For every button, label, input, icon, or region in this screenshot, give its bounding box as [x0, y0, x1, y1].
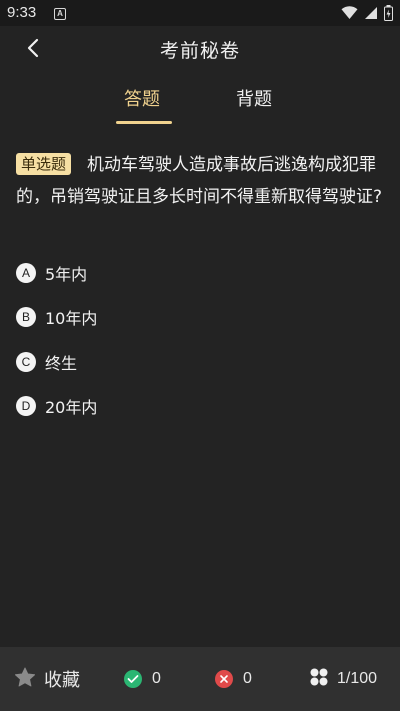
page-title: 考前秘卷 — [159, 40, 240, 62]
tab-answer[interactable]: 答题 — [124, 85, 160, 111]
option-c[interactable]: C 终生 — [16, 347, 384, 376]
option-b[interactable]: B 10年内 — [16, 303, 384, 332]
option-b-text: 10年内 — [45, 309, 98, 328]
bottom-bar: 收藏 0 0 1/100 — [0, 647, 400, 711]
wrong-counter: 0 — [215, 647, 252, 711]
option-c-letter: C — [16, 351, 36, 372]
wifi-icon — [341, 6, 358, 20]
top-bar: 考前秘卷 — [0, 26, 400, 72]
check-circle-icon — [124, 670, 142, 688]
option-d[interactable]: D 20年内 — [16, 392, 384, 421]
correct-counter: 0 — [124, 647, 161, 711]
signal-icon — [364, 6, 378, 20]
battery-icon — [384, 5, 393, 21]
favorite-label: 收藏 — [44, 670, 80, 691]
tab-bar: 答题 背题 — [0, 80, 400, 126]
star-icon — [14, 666, 36, 692]
option-d-letter: D — [16, 396, 36, 416]
x-circle-icon — [215, 670, 233, 688]
option-a-text: 5年内 — [45, 264, 88, 284]
question-progress-button[interactable]: 1/100 — [310, 647, 377, 711]
status-bar: 9:33 A — [0, 0, 400, 26]
option-list: A 5年内 B 10年内 C 终生 D 20年内 — [16, 258, 384, 436]
question-type-badge: 单选题 — [16, 153, 72, 175]
option-a[interactable]: A 5年内 — [16, 258, 384, 287]
status-time: 9:33 — [7, 4, 37, 21]
question-stem: 单选题 机动车驾驶人造成事故后逃逸构成犯罪的，吊销驾驶证且多长时间不得重新取得驾驶… — [16, 149, 384, 213]
tab-active-indicator — [116, 121, 172, 124]
favorite-button[interactable]: 收藏 — [14, 647, 80, 711]
tab-recite[interactable]: 背题 — [236, 85, 272, 111]
notification-a-icon: A — [54, 8, 66, 20]
wrong-count: 0 — [243, 670, 252, 687]
grid-icon — [310, 668, 328, 690]
status-icons — [341, 5, 393, 21]
option-a-letter: A — [16, 262, 36, 283]
option-b-letter: B — [16, 307, 36, 327]
progress-text: 1/100 — [337, 670, 378, 687]
correct-count: 0 — [152, 670, 161, 687]
option-d-text: 20年内 — [45, 398, 98, 417]
option-c-text: 终生 — [45, 353, 78, 373]
